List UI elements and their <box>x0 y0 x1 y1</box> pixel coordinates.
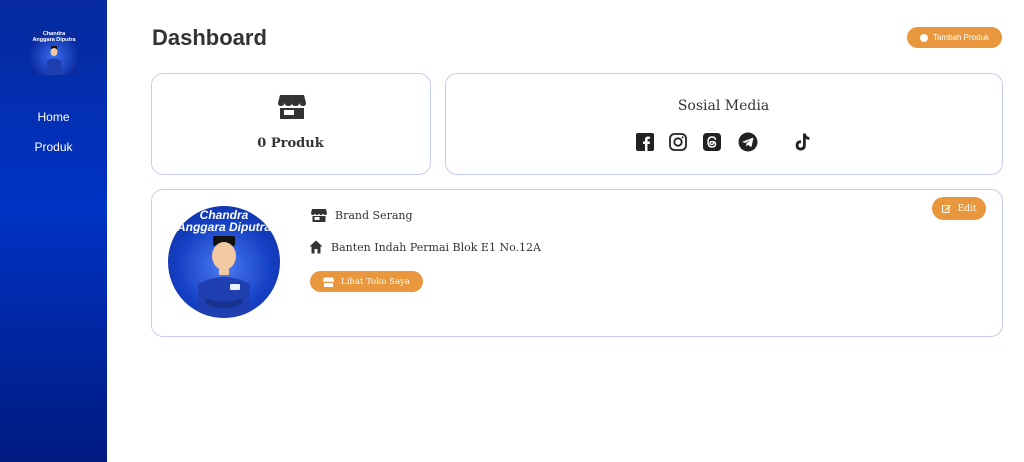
page-title: Dashboard <box>152 25 267 50</box>
product-count: 0 Produk <box>257 136 324 151</box>
add-product-button[interactable]: Tambah Produk <box>907 27 1002 48</box>
telegram-icon[interactable] <box>738 132 758 152</box>
address-row: Banten Indah Permai Blok E1 No.12A <box>309 240 541 254</box>
edit-label: Edit <box>957 203 977 214</box>
store-icon <box>278 95 306 119</box>
person-figure-icon <box>198 236 250 318</box>
brand-name-row: Brand Serang <box>311 208 413 222</box>
threads-icon[interactable] <box>702 132 722 152</box>
store-icon <box>311 209 327 222</box>
add-product-label: Tambah Produk <box>932 33 990 42</box>
view-store-label: Lihat Toko Saya <box>341 276 410 287</box>
sidebar-item-home[interactable]: Home <box>0 110 107 124</box>
home-icon <box>309 240 323 254</box>
store-address: Banten Indah Permai Blok E1 No.12A <box>331 240 541 254</box>
social-icons-row <box>446 132 1001 154</box>
avatar: Chandra Anggara Diputra <box>168 206 280 318</box>
social-media-card: Sosial Media <box>445 73 1003 175</box>
view-store-button[interactable]: Lihat Toko Saya <box>310 271 423 292</box>
instagram-icon[interactable] <box>668 132 688 152</box>
logo-text: Chandra Anggara Diputra <box>32 31 76 43</box>
edit-icon <box>941 205 951 213</box>
brand-logo[interactable]: Chandra Anggara Diputra <box>31 29 77 75</box>
person-figure-icon <box>47 46 61 75</box>
brand-name: Brand Serang <box>335 208 413 222</box>
avatar-name-text: Chandra Anggara Diputra <box>176 208 271 234</box>
sidebar: Chandra Anggara Diputra Home Produk <box>0 0 107 462</box>
product-count-card: 0 Produk <box>151 73 431 175</box>
tiktok-icon[interactable] <box>792 132 812 152</box>
edit-button[interactable]: Edit <box>932 197 986 220</box>
social-media-title: Sosial Media <box>677 98 770 114</box>
sidebar-item-produk[interactable]: Produk <box>0 140 107 154</box>
plus-circle-icon <box>919 33 928 42</box>
store-profile-card: Chandra Anggara Diputra Brand Serang Ban… <box>151 189 1003 337</box>
facebook-icon[interactable] <box>635 132 655 152</box>
store-icon <box>323 277 335 287</box>
